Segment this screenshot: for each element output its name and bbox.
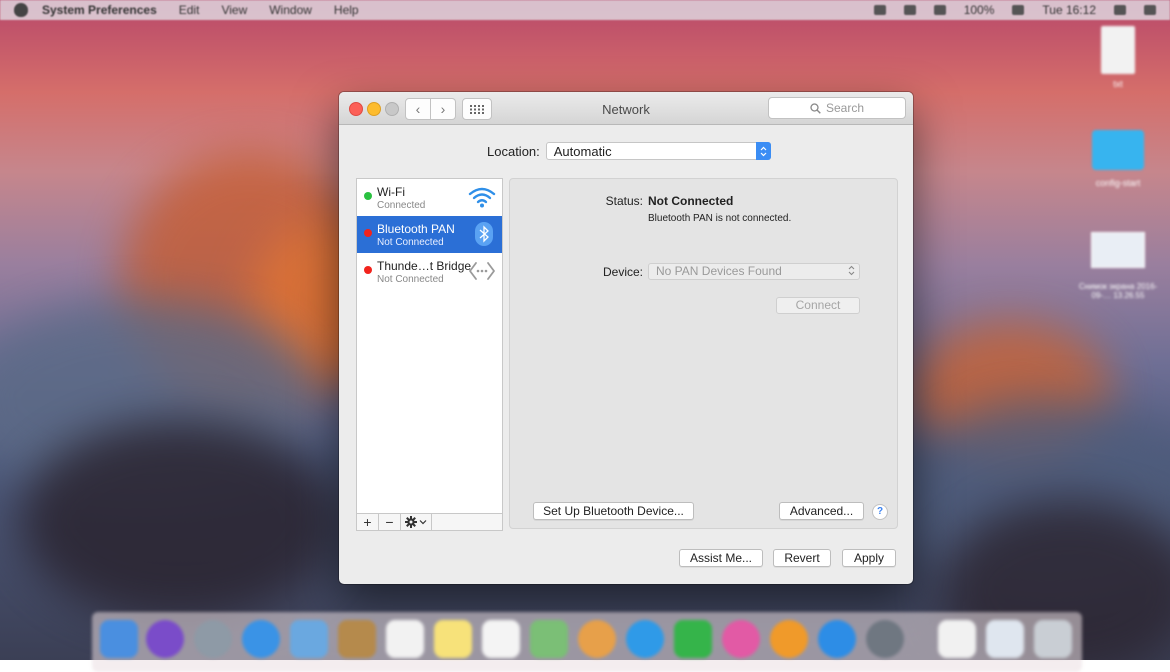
detail-pane: Status: Not Connected Bluetooth PAN is n… [509, 178, 898, 529]
reminders-icon[interactable] [482, 620, 520, 658]
bluetooth-icon [475, 222, 493, 246]
screenshot-icon [1091, 232, 1145, 268]
maps-icon[interactable] [530, 620, 568, 658]
desktop-item-folder[interactable]: config-start [1083, 130, 1153, 188]
desktop-item-label: config-start [1095, 178, 1141, 188]
desktop-item-screenshot[interactable]: Снимок экрана 2016-09-… 13.26.55 [1072, 232, 1164, 300]
assist-me-button[interactable]: Assist Me... [679, 549, 763, 567]
battery-status[interactable]: 100% [964, 3, 995, 17]
menu-window[interactable]: Window [269, 3, 312, 17]
itunes-icon[interactable] [722, 620, 760, 658]
search-icon [810, 102, 821, 114]
safari-icon[interactable] [242, 620, 280, 658]
apply-button[interactable]: Apply [842, 549, 896, 567]
ibooks-icon[interactable] [770, 620, 808, 658]
status-dot-connected [364, 192, 372, 200]
spotlight-icon[interactable] [1114, 5, 1126, 15]
mail-icon[interactable] [290, 620, 328, 658]
document-icon[interactable] [938, 620, 976, 658]
location-popup[interactable]: Automatic [545, 142, 771, 160]
popup-stepper-icon [848, 265, 855, 281]
siri-icon[interactable] [146, 620, 184, 658]
launchpad-icon[interactable] [194, 620, 232, 658]
status-dot-not-connected [364, 266, 372, 274]
gear-icon [405, 516, 427, 528]
menu-edit[interactable]: Edit [179, 3, 200, 17]
add-service-button[interactable]: + [357, 514, 379, 530]
thunderbolt-bridge-icon [469, 262, 495, 280]
menu-help[interactable]: Help [334, 3, 359, 17]
search-field[interactable]: Search [768, 97, 906, 119]
location-row: Location: Automatic [487, 142, 771, 160]
service-item-thunderbolt-bridge[interactable]: Thunde…t Bridge Not Connected [357, 253, 502, 290]
finder-icon[interactable] [100, 620, 138, 658]
menu-app-name[interactable]: System Preferences [42, 3, 157, 17]
location-label: Location: [487, 143, 540, 159]
app-store-icon[interactable] [818, 620, 856, 658]
folder-icon [1092, 130, 1144, 170]
messages-icon[interactable] [626, 620, 664, 658]
screenshot-icon[interactable] [986, 620, 1024, 658]
menu-bar: System Preferences Edit View Window Help… [0, 0, 1170, 20]
revert-button[interactable]: Revert [773, 549, 831, 567]
status-dot-not-connected [364, 229, 372, 237]
calendar-icon[interactable] [386, 620, 424, 658]
service-action-menu[interactable] [401, 514, 432, 530]
status-label: Status: [605, 194, 643, 208]
photos-icon[interactable] [578, 620, 616, 658]
apple-menu-icon[interactable] [14, 3, 28, 17]
search-placeholder: Search [825, 101, 865, 115]
trash-icon[interactable] [1034, 620, 1072, 658]
wifi-status-icon[interactable] [903, 5, 916, 15]
device-value: No PAN Devices Found [656, 264, 782, 278]
volume-icon[interactable] [933, 5, 946, 15]
window-titlebar: ‹ › Network Search [339, 92, 913, 125]
flag-icon[interactable] [1012, 5, 1025, 15]
minus-icon: − [385, 514, 394, 530]
location-value: Automatic [553, 144, 612, 159]
device-label: Device: [602, 265, 643, 279]
popup-stepper-icon [755, 142, 771, 160]
advanced-button[interactable]: Advanced... [779, 502, 864, 520]
connect-button[interactable]: Connect [776, 297, 860, 314]
document-icon [1101, 26, 1135, 74]
setup-bluetooth-device-button[interactable]: Set Up Bluetooth Device... [533, 502, 694, 520]
desktop-item-document[interactable]: txt [1093, 26, 1143, 89]
status-icon[interactable] [873, 5, 886, 15]
remove-service-button[interactable]: − [379, 514, 401, 530]
notes-icon[interactable] [434, 620, 472, 658]
facetime-icon[interactable] [674, 620, 712, 658]
plus-icon: + [363, 514, 372, 530]
contacts-icon[interactable] [338, 620, 376, 658]
service-list-toolbar: + − [357, 513, 502, 530]
notification-center-icon[interactable] [1144, 5, 1156, 15]
network-window: ‹ › Network Search Location: Automatic W… [339, 92, 913, 584]
service-item-bluetooth-pan[interactable]: Bluetooth PAN Not Connected [357, 216, 502, 253]
desktop-item-label: txt [1113, 79, 1123, 89]
help-button[interactable]: ? [872, 504, 888, 520]
menu-clock[interactable]: Tue 16:12 [1042, 3, 1096, 17]
menu-view[interactable]: View [221, 3, 247, 17]
wifi-icon [468, 187, 496, 208]
status-value: Not Connected [648, 194, 734, 208]
status-description: Bluetooth PAN is not connected. [648, 213, 792, 224]
system-preferences-icon[interactable] [866, 620, 904, 658]
device-popup[interactable]: No PAN Devices Found [648, 263, 860, 280]
dock [92, 612, 1082, 672]
desktop-item-label: Снимок экрана 2016-09-… 13.26.55 [1078, 282, 1158, 300]
service-list: Wi-Fi Connected Bluetooth PAN Not Connec… [356, 178, 503, 531]
service-item-wifi[interactable]: Wi-Fi Connected [357, 179, 502, 216]
